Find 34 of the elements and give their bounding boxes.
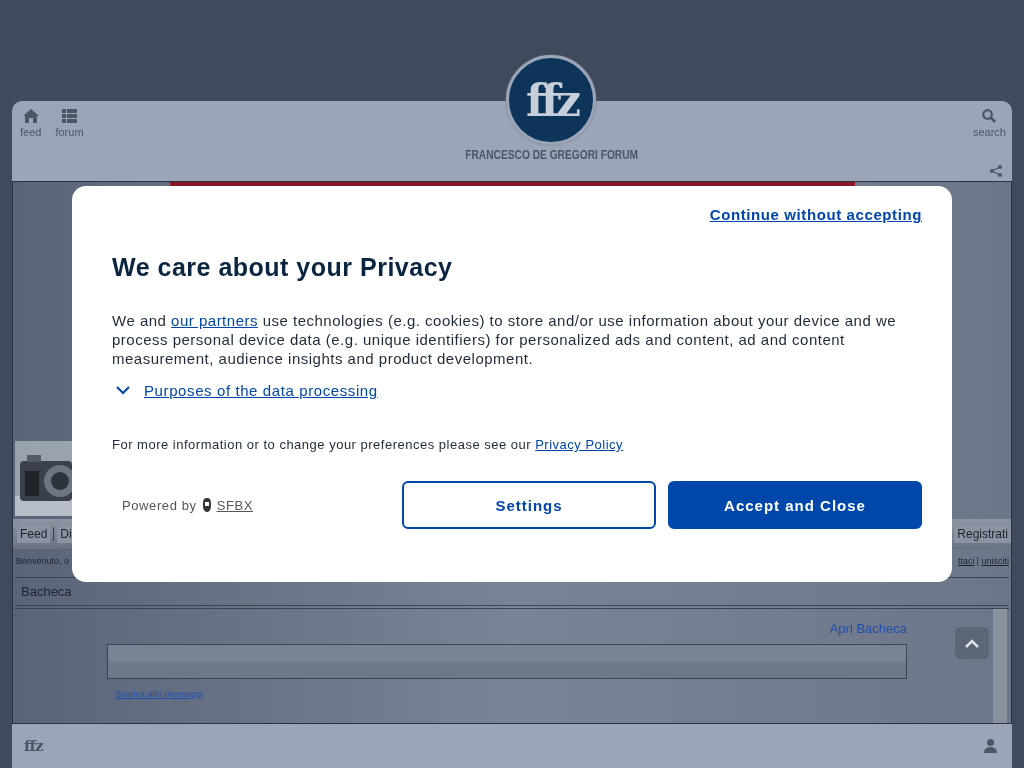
footer-logo[interactable]: ffz bbox=[24, 737, 43, 755]
privacy-link[interactable]: Privacy Policy bbox=[535, 437, 624, 452]
logo[interactable]: ffz bbox=[506, 55, 597, 145]
scroll-top-button[interactable] bbox=[955, 627, 989, 659]
dialog-title: We care about your Privacy bbox=[112, 253, 454, 282]
settings-button[interactable]: Settings bbox=[402, 481, 656, 529]
accept-button[interactable]: Accept and Close bbox=[668, 481, 922, 529]
continue-link[interactable]: Continue without accepting bbox=[709, 206, 922, 223]
search-button[interactable]: search bbox=[972, 107, 1006, 140]
brand-icon bbox=[201, 497, 212, 513]
info-text: For more information or to change your preferences please see our Privacy Policy bbox=[112, 437, 625, 452]
search-icon bbox=[982, 109, 997, 123]
scrollbar[interactable] bbox=[993, 609, 1007, 723]
chevron-down-icon bbox=[116, 386, 130, 395]
purposes-link[interactable]: Purposes of the data processing bbox=[112, 382, 378, 399]
nav-link[interactable]: Feed bbox=[17, 525, 51, 543]
site-title: FRANCESCO DE GREGORI FORUM bbox=[465, 148, 638, 162]
nav-link[interactable]: feed bbox=[20, 107, 42, 140]
contact-link[interactable]: ttaci bbox=[957, 556, 975, 566]
share-icon[interactable] bbox=[990, 165, 1002, 177]
chevron-up-icon bbox=[965, 638, 979, 648]
welcome-text: Benvenuto, o bbox=[16, 556, 70, 566]
register-link[interactable]: Registrati bbox=[954, 525, 1011, 543]
consent-text: We and our partners use technologies (e.g. cookies) to store and/or use information about your device and we process personal device data (e.g. unique identifiers) for personalized ads and content, ad and content measurement, audience insights and product development. bbox=[112, 311, 898, 368]
brand-link[interactable]: SFBX bbox=[216, 497, 253, 513]
home-icon bbox=[22, 109, 39, 123]
nav-link[interactable]: forum bbox=[55, 107, 84, 140]
partners-link[interactable]: our partners bbox=[171, 312, 258, 329]
message-field[interactable] bbox=[107, 644, 907, 679]
section-title: Bacheca bbox=[21, 584, 72, 599]
list-icon bbox=[62, 109, 77, 123]
user-icon[interactable] bbox=[984, 739, 997, 753]
powered-by-text: Powered by bbox=[122, 497, 197, 513]
join-link[interactable]: unisciti bbox=[981, 556, 1009, 566]
